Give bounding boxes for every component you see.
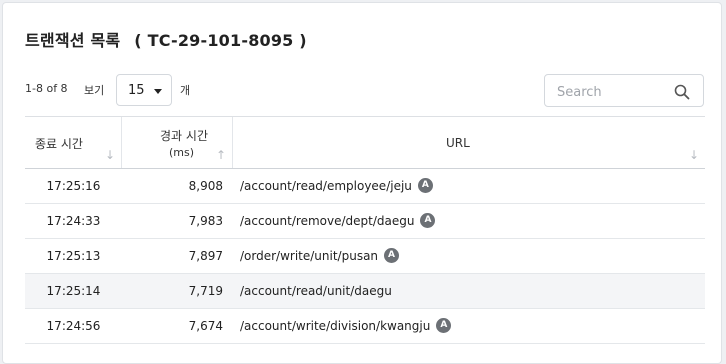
url-text[interactable]: /account/read/employee/jeju	[240, 179, 412, 193]
column-unit: (ms)	[168, 146, 194, 159]
cell-end-time: 17:24:56	[46, 319, 101, 333]
app-badge: A	[420, 213, 436, 228]
table-row[interactable]: 17:25:16 8,908 /account/read/employee/je…	[25, 169, 705, 204]
panel-title: 트랜잭션 목록 ( TC-29-101-8095 )	[25, 27, 307, 51]
table-row-highlighted[interactable]: 17:25:14 7,719 /account/read/unit/daegu	[25, 274, 705, 309]
cell-end-time: 17:24:33	[46, 214, 101, 228]
transaction-list-panel: 트랜잭션 목록 ( TC-29-101-8095 ) 1-8 of 8 보기 15…	[2, 2, 722, 364]
tc-id: ( TC-29-101-8095 )	[134, 31, 307, 50]
search-input[interactable]	[555, 82, 669, 102]
column-elapsed[interactable]: 경과 시간 (ms) ↑	[122, 117, 233, 168]
cell-elapsed: 8,908	[188, 179, 223, 193]
cell-url[interactable]: /account/write/division/kwangju A	[240, 309, 452, 343]
cell-elapsed: 7,897	[188, 249, 223, 263]
cell-elapsed: 7,719	[188, 284, 223, 298]
app-badge: A	[384, 248, 400, 263]
per-page-label: 보기	[84, 84, 105, 97]
cell-end-time: 17:25:14	[46, 284, 101, 298]
url-text[interactable]: /account/remove/dept/daegu	[240, 214, 414, 228]
column-label: 종료 시간	[35, 137, 83, 151]
cell-url[interactable]: /account/read/employee/jeju A	[240, 169, 433, 203]
table-row[interactable]: 17:24:56 7,674 /account/write/division/k…	[25, 309, 705, 344]
title-text: 트랜잭션 목록	[25, 31, 121, 50]
table-body: 17:25:16 8,908 /account/read/employee/je…	[25, 169, 705, 344]
column-label: URL	[446, 136, 470, 150]
app-badge: A	[417, 178, 433, 193]
cell-end-time: 17:25:13	[46, 249, 101, 263]
arrow-down-icon: ↓	[688, 148, 699, 162]
app-badge: A	[436, 318, 452, 333]
table-header: 종료 시간 ↓ 경과 시간 (ms) ↑ URL ↓	[25, 116, 705, 169]
cell-end-time: 17:25:16	[46, 179, 101, 193]
table-row[interactable]: 17:25:13 7,897 /order/write/unit/pusan A	[25, 239, 705, 274]
table-row[interactable]: 17:24:33 7,983 /account/remove/dept/daeg…	[25, 204, 705, 239]
arrow-up-icon: ↑	[215, 148, 226, 162]
cell-url[interactable]: /account/read/unit/daegu	[240, 274, 392, 308]
search-box[interactable]	[544, 74, 704, 107]
cell-url[interactable]: /account/remove/dept/daegu A	[240, 204, 436, 238]
column-end-time[interactable]: 종료 시간 ↓	[25, 117, 122, 168]
per-page-select[interactable]: 15	[116, 74, 172, 106]
column-label: 경과 시간	[160, 129, 208, 143]
url-text[interactable]: /account/write/division/kwangju	[240, 319, 430, 333]
cell-elapsed: 7,983	[188, 214, 223, 228]
url-text[interactable]: /order/write/unit/pusan	[240, 249, 378, 263]
per-page-value: 15	[128, 83, 145, 98]
url-text[interactable]: /account/read/unit/daegu	[240, 284, 392, 298]
chevron-down-icon	[154, 89, 162, 94]
cell-elapsed: 7,674	[188, 319, 223, 333]
pagination-range: 1-8 of 8	[25, 82, 68, 95]
column-url[interactable]: URL ↓	[233, 117, 705, 168]
cell-url[interactable]: /order/write/unit/pusan A	[240, 239, 400, 273]
search-icon[interactable]	[673, 83, 691, 101]
arrow-down-icon: ↓	[104, 148, 115, 162]
per-page-unit: 개	[180, 84, 191, 97]
